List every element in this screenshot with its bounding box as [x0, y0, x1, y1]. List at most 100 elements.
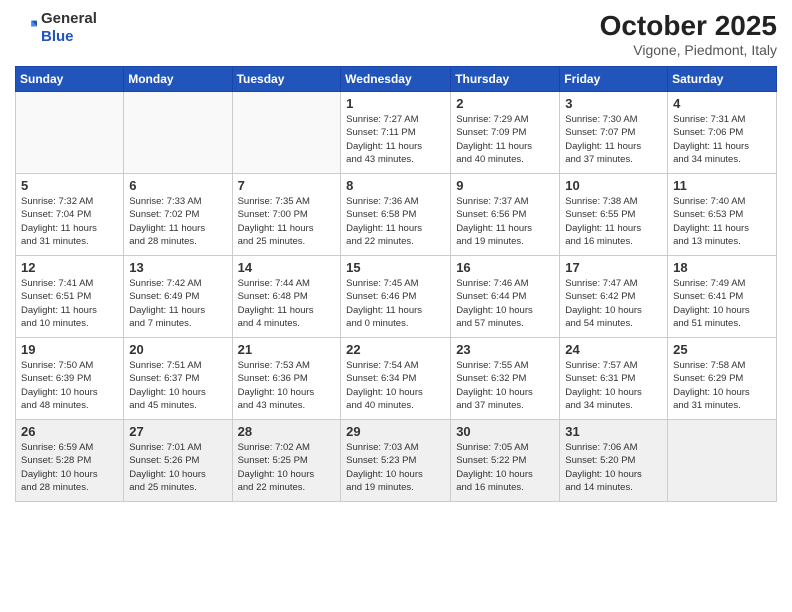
table-row: 31 Sunrise: 7:06 AM Sunset: 5:20 PM Dayli… — [560, 420, 668, 502]
day-number: 3 — [565, 96, 662, 111]
table-row — [16, 92, 124, 174]
day-info: Sunrise: 7:54 AM Sunset: 6:34 PM Dayligh… — [346, 359, 445, 412]
calendar-week-row: 5Sunrise: 7:32 AM Sunset: 7:04 PM Daylig… — [16, 174, 777, 256]
day-number: 17 — [565, 260, 662, 275]
table-row — [232, 92, 341, 174]
month-title: October 2025 — [600, 10, 777, 42]
location: Vigone, Piedmont, Italy — [600, 42, 777, 58]
day-number: 4 — [673, 96, 771, 111]
day-number: 20 — [129, 342, 226, 357]
day-info: Sunrise: 7:33 AM Sunset: 7:02 PM Dayligh… — [129, 195, 226, 248]
day-number: 6 — [129, 178, 226, 193]
day-number: 19 — [21, 342, 118, 357]
table-row: 7 Sunrise: 7:35 AM Sunset: 7:00 PM Daylig… — [232, 174, 341, 256]
day-number: 28 — [238, 424, 336, 439]
day-info: Sunrise: 7:49 AM Sunset: 6:41 PM Dayligh… — [673, 277, 771, 330]
day-info: Sunrise: 6:59 AM Sunset: 5:28 PM Dayligh… — [21, 441, 118, 494]
day-info: Sunrise: 7:38 AM Sunset: 6:55 PM Dayligh… — [565, 195, 662, 248]
day-info: Sunrise: 7:44 AM Sunset: 6:48 PM Dayligh… — [238, 277, 336, 330]
day-number: 9 — [456, 178, 554, 193]
table-row: 17 Sunrise: 7:47 AM Sunset: 6:42 PM Dayli… — [560, 256, 668, 338]
day-number: 13 — [129, 260, 226, 275]
day-number: 21 — [238, 342, 336, 357]
day-number: 14 — [238, 260, 336, 275]
calendar-week-row: 26Sunrise: 6:59 AM Sunset: 5:28 PM Dayli… — [16, 420, 777, 502]
table-row: 25Sunrise: 7:58 AM Sunset: 6:29 PM Dayli… — [668, 338, 777, 420]
table-row: 21 Sunrise: 7:53 AM Sunset: 6:36 PM Dayli… — [232, 338, 341, 420]
day-info: Sunrise: 7:03 AM Sunset: 5:23 PM Dayligh… — [346, 441, 445, 494]
day-number: 7 — [238, 178, 336, 193]
day-number: 30 — [456, 424, 554, 439]
logo-blue: Blue — [41, 28, 74, 45]
table-row: 2 Sunrise: 7:29 AM Sunset: 7:09 PM Daylig… — [451, 92, 560, 174]
header-monday: Monday — [124, 67, 232, 92]
day-info: Sunrise: 7:30 AM Sunset: 7:07 PM Dayligh… — [565, 113, 662, 166]
day-info: Sunrise: 7:46 AM Sunset: 6:44 PM Dayligh… — [456, 277, 554, 330]
table-row: 9 Sunrise: 7:37 AM Sunset: 6:56 PM Daylig… — [451, 174, 560, 256]
day-info: Sunrise: 7:57 AM Sunset: 6:31 PM Dayligh… — [565, 359, 662, 412]
day-number: 29 — [346, 424, 445, 439]
day-number: 23 — [456, 342, 554, 357]
calendar-week-row: 19 Sunrise: 7:50 AM Sunset: 6:39 PM Dayli… — [16, 338, 777, 420]
table-row: 19 Sunrise: 7:50 AM Sunset: 6:39 PM Dayli… — [16, 338, 124, 420]
day-info: Sunrise: 7:01 AM Sunset: 5:26 PM Dayligh… — [129, 441, 226, 494]
day-info: Sunrise: 7:41 AM Sunset: 6:51 PM Dayligh… — [21, 277, 118, 330]
table-row: 26Sunrise: 6:59 AM Sunset: 5:28 PM Dayli… — [16, 420, 124, 502]
title-section: October 2025 Vigone, Piedmont, Italy — [600, 10, 777, 58]
table-row: 23 Sunrise: 7:55 AM Sunset: 6:32 PM Dayli… — [451, 338, 560, 420]
table-row: 15Sunrise: 7:45 AM Sunset: 6:46 PM Dayli… — [341, 256, 451, 338]
table-row: 11 Sunrise: 7:40 AM Sunset: 6:53 PM Dayli… — [668, 174, 777, 256]
table-row: 16 Sunrise: 7:46 AM Sunset: 6:44 PM Dayli… — [451, 256, 560, 338]
day-number: 31 — [565, 424, 662, 439]
logo: General Blue — [15, 10, 97, 46]
table-row: 20 Sunrise: 7:51 AM Sunset: 6:37 PM Dayli… — [124, 338, 232, 420]
day-info: Sunrise: 7:42 AM Sunset: 6:49 PM Dayligh… — [129, 277, 226, 330]
table-row: 4 Sunrise: 7:31 AM Sunset: 7:06 PM Daylig… — [668, 92, 777, 174]
table-row: 1 Sunrise: 7:27 AM Sunset: 7:11 PM Daylig… — [341, 92, 451, 174]
day-info: Sunrise: 7:06 AM Sunset: 5:20 PM Dayligh… — [565, 441, 662, 494]
day-number: 25 — [673, 342, 771, 357]
header-friday: Friday — [560, 67, 668, 92]
page-header: General Blue October 2025 Vigone, Piedmo… — [15, 10, 777, 58]
day-number: 10 — [565, 178, 662, 193]
header-thursday: Thursday — [451, 67, 560, 92]
day-info: Sunrise: 7:47 AM Sunset: 6:42 PM Dayligh… — [565, 277, 662, 330]
day-number: 18 — [673, 260, 771, 275]
day-info: Sunrise: 7:05 AM Sunset: 5:22 PM Dayligh… — [456, 441, 554, 494]
day-info: Sunrise: 7:40 AM Sunset: 6:53 PM Dayligh… — [673, 195, 771, 248]
logo-text: General Blue — [41, 10, 97, 46]
day-number: 1 — [346, 96, 445, 111]
table-row: 29 Sunrise: 7:03 AM Sunset: 5:23 PM Dayli… — [341, 420, 451, 502]
day-info: Sunrise: 7:51 AM Sunset: 6:37 PM Dayligh… — [129, 359, 226, 412]
day-info: Sunrise: 7:02 AM Sunset: 5:25 PM Dayligh… — [238, 441, 336, 494]
day-number: 11 — [673, 178, 771, 193]
table-row: 12Sunrise: 7:41 AM Sunset: 6:51 PM Dayli… — [16, 256, 124, 338]
weekday-header-row: Sunday Monday Tuesday Wednesday Thursday… — [16, 67, 777, 92]
table-row — [124, 92, 232, 174]
table-row: 14 Sunrise: 7:44 AM Sunset: 6:48 PM Dayli… — [232, 256, 341, 338]
day-info: Sunrise: 7:53 AM Sunset: 6:36 PM Dayligh… — [238, 359, 336, 412]
logo-general: General — [41, 10, 97, 27]
day-number: 2 — [456, 96, 554, 111]
day-number: 15 — [346, 260, 445, 275]
day-info: Sunrise: 7:55 AM Sunset: 6:32 PM Dayligh… — [456, 359, 554, 412]
day-number: 16 — [456, 260, 554, 275]
header-saturday: Saturday — [668, 67, 777, 92]
logo-icon — [15, 17, 37, 39]
day-info: Sunrise: 7:31 AM Sunset: 7:06 PM Dayligh… — [673, 113, 771, 166]
table-row: 6 Sunrise: 7:33 AM Sunset: 7:02 PM Daylig… — [124, 174, 232, 256]
table-row — [668, 420, 777, 502]
table-row: 22Sunrise: 7:54 AM Sunset: 6:34 PM Dayli… — [341, 338, 451, 420]
day-info: Sunrise: 7:35 AM Sunset: 7:00 PM Dayligh… — [238, 195, 336, 248]
table-row: 8Sunrise: 7:36 AM Sunset: 6:58 PM Daylig… — [341, 174, 451, 256]
header-wednesday: Wednesday — [341, 67, 451, 92]
day-info: Sunrise: 7:37 AM Sunset: 6:56 PM Dayligh… — [456, 195, 554, 248]
day-info: Sunrise: 7:27 AM Sunset: 7:11 PM Dayligh… — [346, 113, 445, 166]
header-tuesday: Tuesday — [232, 67, 341, 92]
table-row: 27 Sunrise: 7:01 AM Sunset: 5:26 PM Dayli… — [124, 420, 232, 502]
day-info: Sunrise: 7:29 AM Sunset: 7:09 PM Dayligh… — [456, 113, 554, 166]
day-info: Sunrise: 7:50 AM Sunset: 6:39 PM Dayligh… — [21, 359, 118, 412]
table-row: 18 Sunrise: 7:49 AM Sunset: 6:41 PM Dayli… — [668, 256, 777, 338]
day-number: 27 — [129, 424, 226, 439]
calendar-table: Sunday Monday Tuesday Wednesday Thursday… — [15, 66, 777, 502]
